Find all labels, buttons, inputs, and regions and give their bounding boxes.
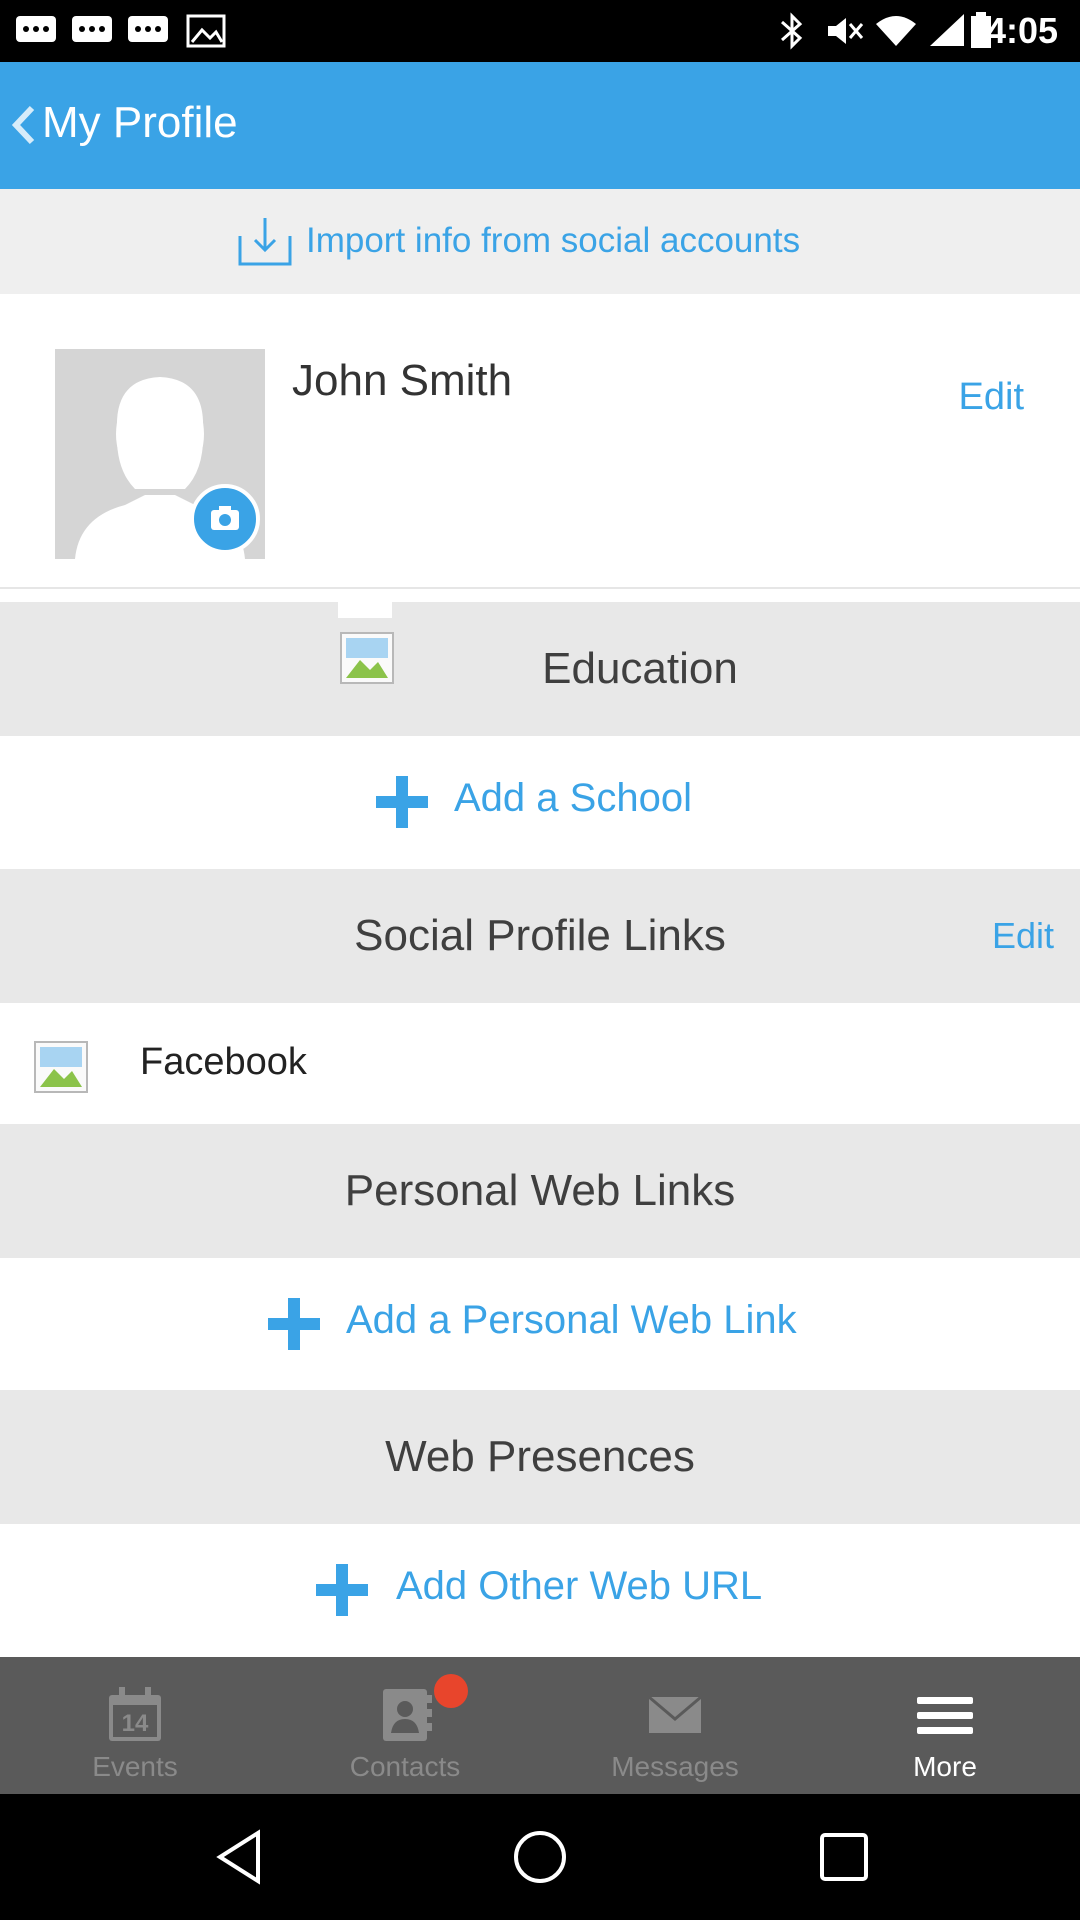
profile-name: John Smith xyxy=(292,356,513,405)
system-recents-icon[interactable] xyxy=(814,1827,874,1887)
edit-profile-button[interactable]: Edit xyxy=(959,376,1024,419)
messages-notification-icon xyxy=(128,16,168,42)
image-notification-icon xyxy=(186,14,226,48)
back-chevron-icon[interactable] xyxy=(8,102,38,148)
system-back-icon[interactable] xyxy=(210,1827,270,1887)
facebook-link-row[interactable]: Facebook xyxy=(0,1003,1080,1124)
messages-notification-icon xyxy=(16,16,56,42)
nav-contacts[interactable]: Contacts xyxy=(270,1657,540,1794)
social-links-title: Social Profile Links xyxy=(354,911,726,960)
import-label: Import info from social accounts xyxy=(306,221,801,260)
envelope-icon xyxy=(648,1695,702,1733)
add-school-button[interactable]: Add a School xyxy=(0,736,1080,868)
personal-links-title: Personal Web Links xyxy=(344,1166,736,1215)
header-tab-notch xyxy=(338,594,392,618)
web-presences-title: Web Presences xyxy=(385,1432,695,1481)
facebook-image-icon xyxy=(34,1041,88,1093)
messages-notification-icon xyxy=(72,16,112,42)
nav-more[interactable]: More xyxy=(810,1657,1080,1794)
nav-events[interactable]: 14 Events xyxy=(0,1657,270,1794)
plus-icon xyxy=(316,1564,368,1616)
plus-icon xyxy=(268,1298,320,1350)
edit-social-links-button[interactable]: Edit xyxy=(992,915,1054,957)
personal-links-header: Personal Web Links xyxy=(0,1124,1080,1258)
nav-contacts-label: Contacts xyxy=(349,1751,461,1782)
status-bar: 4:05 xyxy=(0,0,1080,62)
education-title: Education xyxy=(542,644,738,693)
add-web-url-label: Add Other Web URL xyxy=(396,1564,763,1608)
import-social-button[interactable]: Import info from social accounts xyxy=(0,189,1080,294)
nav-messages[interactable]: Messages xyxy=(540,1657,810,1794)
web-presences-header: Web Presences xyxy=(0,1390,1080,1524)
nav-messages-label: Messages xyxy=(611,1751,739,1782)
system-home-icon[interactable] xyxy=(510,1827,570,1887)
page-title[interactable]: My Profile xyxy=(42,98,238,148)
add-personal-link-button[interactable]: Add a Personal Web Link xyxy=(0,1258,1080,1390)
bluetooth-icon xyxy=(781,12,803,50)
facebook-label: Facebook xyxy=(140,1041,307,1083)
plus-icon xyxy=(376,776,428,828)
social-links-header: Social Profile Links Edit xyxy=(0,869,1080,1003)
download-icon xyxy=(238,218,292,266)
signal-icon xyxy=(930,14,964,46)
add-web-url-button[interactable]: Add Other Web URL xyxy=(0,1524,1080,1656)
education-header: Education xyxy=(0,594,1080,736)
wifi-icon xyxy=(876,16,916,46)
camera-icon xyxy=(211,506,239,530)
nav-more-label: More xyxy=(913,1751,977,1782)
contacts-notification-dot xyxy=(434,1674,468,1708)
menu-icon xyxy=(917,1697,973,1734)
system-nav-bar xyxy=(0,1794,1080,1920)
nav-events-label: Events xyxy=(92,1751,178,1782)
bottom-nav: 14 Events Contacts Messages More xyxy=(0,1657,1080,1794)
calendar-day-number: 14 xyxy=(122,1710,149,1737)
clock: 4:05 xyxy=(985,10,1058,51)
calendar-icon: 14 xyxy=(109,1687,161,1741)
mute-icon xyxy=(828,18,864,44)
add-personal-link-label: Add a Personal Web Link xyxy=(346,1298,797,1342)
app-bar: My Profile xyxy=(0,62,1080,189)
change-photo-button[interactable] xyxy=(190,484,260,554)
profile-card: John Smith Edit xyxy=(0,294,1080,589)
contacts-icon xyxy=(383,1689,432,1741)
add-school-label: Add a School xyxy=(454,776,692,820)
